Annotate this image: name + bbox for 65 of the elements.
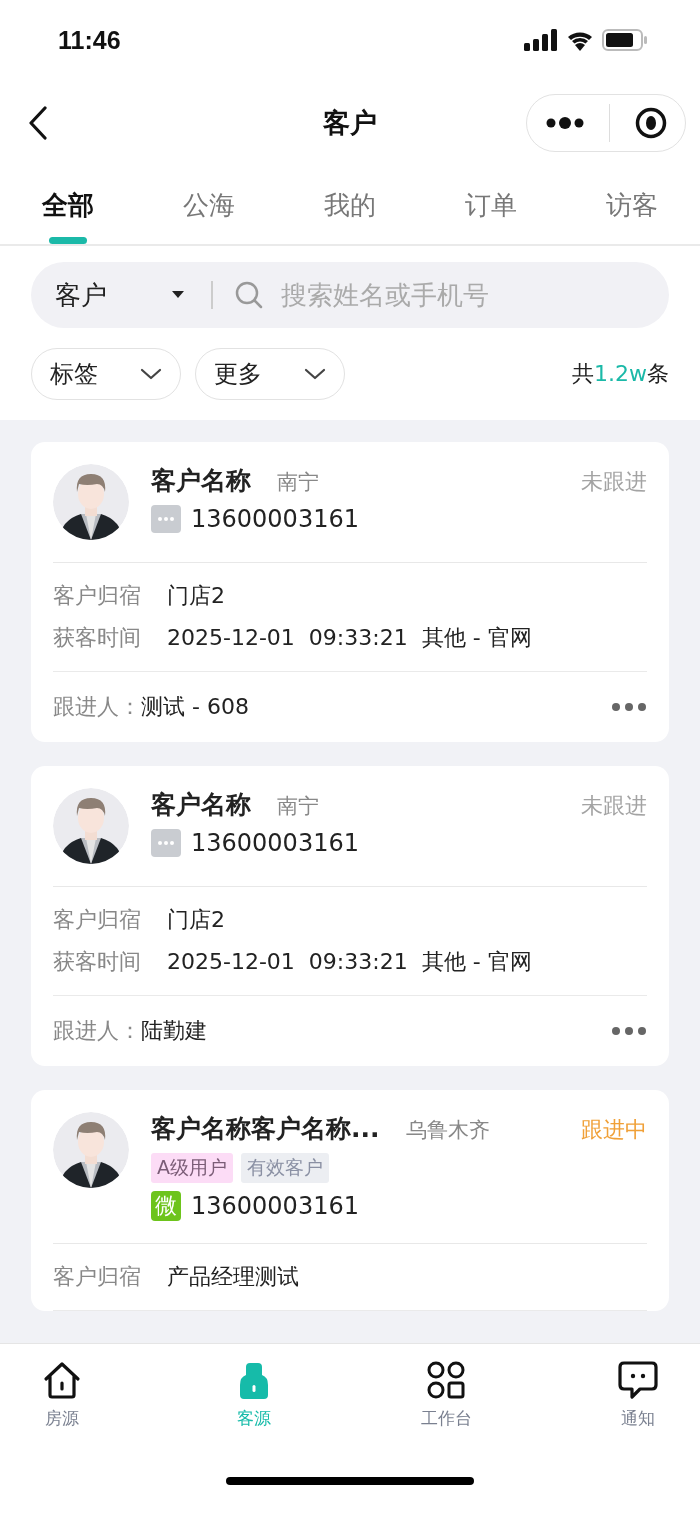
follower-name: 陆勤建 (141, 1017, 207, 1045)
filter-dropdown[interactable]: 更多 (195, 348, 345, 400)
page-title: 客户 (323, 106, 377, 140)
wechat-badge: 微 (151, 1191, 181, 1221)
close-icon[interactable] (634, 107, 667, 139)
search-icon (235, 281, 263, 309)
chevron-down-icon (140, 368, 162, 380)
field-label: 客户归宿 (53, 582, 141, 610)
follow-status: 跟进中 (581, 1116, 647, 1144)
bottom-tab[interactable]: 房源 (22, 1360, 102, 1431)
field-label: 客户归宿 (53, 1263, 141, 1291)
avatar-icon (53, 788, 129, 864)
customer-tag: A级用户 (151, 1153, 233, 1183)
field-label: 客户归宿 (53, 906, 141, 934)
follower-label: 跟进人： (53, 693, 141, 721)
phone-number: 13600003161 (191, 1192, 359, 1220)
tab[interactable]: 公海 (159, 166, 259, 244)
customer-city: 乌鲁木齐 (405, 1117, 490, 1144)
count-label: 共 (572, 361, 594, 386)
follower-label: 跟进人： (53, 1017, 141, 1045)
tab[interactable]: 访客 (582, 166, 682, 244)
field-value: 产品经理测试 (167, 1263, 299, 1291)
follower-name: 测试 - 608 (141, 693, 249, 721)
follow-status: 未跟进 (581, 468, 647, 496)
customer-name: 客户名称 (151, 789, 251, 821)
grid-icon (426, 1361, 466, 1399)
field-label: 获客时间 (53, 624, 141, 652)
avatar-icon (53, 464, 129, 540)
field-value: 门店2 (167, 906, 225, 934)
customer-city: 南宁 (277, 793, 319, 820)
back-icon[interactable] (28, 106, 48, 140)
status-time: 11:46 (58, 25, 121, 55)
customer-card[interactable]: 客户名称客户名称... 乌鲁木齐 跟进中 A级用户 有效客户 微 13600003161 客户归宿 产品经理测试 (31, 1090, 669, 1311)
wifi-icon (566, 29, 594, 51)
follow-status: 未跟进 (581, 792, 647, 820)
message-icon (618, 1361, 658, 1399)
tab[interactable]: 订单 (441, 166, 541, 244)
house-icon (42, 1361, 82, 1399)
bottom-tab[interactable]: 工作台 (406, 1360, 486, 1431)
customer-card[interactable]: 客户名称 南宁 未跟进 13600003161 客户归宿 门店2 获客时间 2025-12-01 09:33:21 其他 - 官网 跟进人：陆勤建 (31, 766, 669, 1066)
field-value: 2025-12-01 09:33:21 其他 - 官网 (167, 948, 532, 976)
customer-card[interactable]: 客户名称 南宁 未跟进 13600003161 客户归宿 门店2 获客时间 2025-12-01 09:33:21 其他 - 官网 跟进人：测试 - 608 (31, 442, 669, 742)
more-icon[interactable] (545, 116, 584, 130)
filter-dropdown[interactable]: 标签 (31, 348, 181, 400)
signal-icon (524, 29, 558, 51)
dropdown-icon (171, 291, 185, 299)
field-value: 门店2 (167, 582, 225, 610)
chevron-down-icon (304, 368, 326, 380)
field-value: 2025-12-01 09:33:21 其他 - 官网 (167, 624, 532, 652)
field-label: 获客时间 (53, 948, 141, 976)
customer-tag: 有效客户 (241, 1153, 329, 1183)
tab[interactable]: 我的 (300, 166, 400, 244)
scope-selector[interactable]: 客户 (55, 277, 155, 313)
bottom-tab[interactable]: 通知 (598, 1360, 678, 1431)
tab[interactable]: 全部 (18, 166, 118, 244)
customer-name: 客户名称 (151, 465, 251, 497)
avatar-icon (53, 1112, 129, 1188)
search-field[interactable]: 客户 搜索姓名或手机号 (31, 262, 669, 328)
count-value: 1.2w (594, 361, 647, 386)
count-label: 条 (647, 361, 669, 386)
customer-name: 客户名称客户名称... (151, 1113, 380, 1145)
customer-city: 南宁 (277, 469, 319, 496)
battery-icon (602, 29, 648, 51)
phone-number: 13600003161 (191, 505, 359, 533)
phone-number: 13600003161 (191, 829, 359, 857)
